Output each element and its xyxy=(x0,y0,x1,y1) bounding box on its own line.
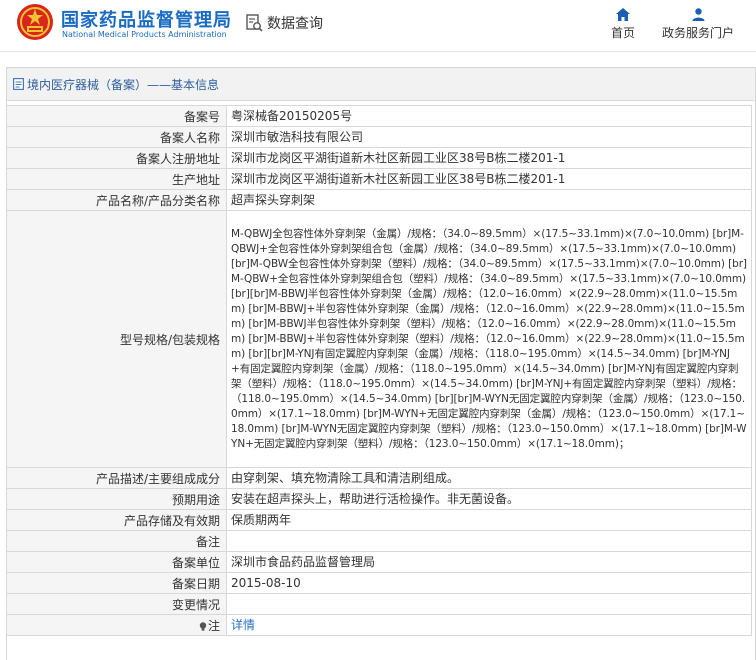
data-query-label: 数据查询 xyxy=(267,16,323,32)
header-divider xyxy=(0,51,756,52)
field-value: 安装在超声探头上，帮助进行活检操作。非无菌设备。 xyxy=(226,488,752,510)
table-row: 备案号 粤深械备20150205号 xyxy=(6,105,752,127)
field-value xyxy=(226,530,752,552)
panel-header: 境内医疗器械（备案）——基本信息 xyxy=(7,68,755,101)
table-row: 预期用途 安装在超声探头上，帮助进行活检操作。非无菌设备。 xyxy=(6,488,752,510)
table-row: 产品描述/主要组成成分 由穿刺架、填充物清除工具和清洁刷组成。 xyxy=(6,467,752,489)
search-doc-icon xyxy=(246,14,263,32)
nav-gov-label: 政务服务门户 xyxy=(661,26,734,40)
field-label: 备案人注册地址 xyxy=(6,147,227,169)
field-value: M-QBWJ全包容性体外穿刺架（金属）/规格：（34.0~89.5mm）×(17… xyxy=(226,210,752,468)
table-row: 备案人注册地址 深圳市龙岗区平湖街道新木社区新园工业区38号B栋二楼201-1 xyxy=(6,147,752,169)
field-label: 备案日期 xyxy=(6,572,227,594)
field-value: 深圳市龙岗区平湖街道新木社区新园工业区38号B栋二楼201-1 xyxy=(226,147,752,169)
field-label: 备案号 xyxy=(6,105,227,127)
field-label: 备案人名称 xyxy=(6,126,227,148)
field-label: 预期用途 xyxy=(6,488,227,510)
field-value: 深圳市龙岗区平湖街道新木社区新园工业区38号B栋二楼201-1 xyxy=(226,168,752,190)
field-label: 变更情况 xyxy=(6,593,227,615)
table-row: 备案单位 深圳市食品药品监督管理局 xyxy=(6,551,752,573)
table-row: 备案日期 2015-08-10 xyxy=(6,572,752,594)
record-table: 备案号 粤深械备20150205号 备案人名称 深圳市敏浩科技有限公司 备案人注… xyxy=(6,105,752,636)
nav-home-label: 首页 xyxy=(610,26,635,40)
field-value: 超声探头穿刺架 xyxy=(226,189,752,211)
user-icon xyxy=(692,8,704,21)
field-label: 产品描述/主要组成成分 xyxy=(6,467,227,489)
brand-subtitle: National Medical Products Administration xyxy=(62,30,227,39)
data-query-link[interactable]: 数据查询 xyxy=(246,12,323,34)
home-icon xyxy=(616,8,630,21)
field-label: 备注 xyxy=(6,530,227,552)
table-row: 备案人名称 深圳市敏浩科技有限公司 xyxy=(6,126,752,148)
national-emblem-icon xyxy=(17,4,53,40)
details-link[interactable]: 详情 xyxy=(231,618,255,632)
field-label: 备案单位 xyxy=(6,551,227,573)
field-value xyxy=(226,593,752,615)
field-value: 2015-08-10 xyxy=(226,572,752,594)
panel-title: 境内医疗器械（备案）——基本信息 xyxy=(27,77,220,92)
table-row: 备注 xyxy=(6,530,752,552)
field-value: 深圳市敏浩科技有限公司 xyxy=(226,126,752,148)
brand-title[interactable]: 国家药品监督管理局 xyxy=(61,6,232,32)
field-value: 保质期两年 xyxy=(226,509,752,531)
table-row: 注 详情 xyxy=(6,614,752,636)
lightbulb-icon xyxy=(199,621,207,631)
field-label: 型号规格/包装规格 xyxy=(6,210,227,468)
table-row: 产品名称/产品分类名称 超声探头穿刺架 xyxy=(6,189,752,211)
field-value: 深圳市食品药品监督管理局 xyxy=(226,551,752,573)
field-value: 粤深械备20150205号 xyxy=(226,105,752,127)
table-row: 型号规格/包装规格 M-QBWJ全包容性体外穿刺架（金属）/规格：（34.0~8… xyxy=(6,210,752,468)
field-label: 生产地址 xyxy=(6,168,227,190)
document-icon xyxy=(13,78,24,90)
table-row: 生产地址 深圳市龙岗区平湖街道新木社区新园工业区38号B栋二楼201-1 xyxy=(6,168,752,190)
table-row: 产品存储及有效期 保质期两年 xyxy=(6,509,752,531)
field-label: 注 xyxy=(207,618,220,633)
nav-home[interactable]: 首页 xyxy=(606,8,640,41)
note-value-cell: 详情 xyxy=(226,614,752,636)
field-label: 产品存储及有效期 xyxy=(6,509,227,531)
top-header: 国家药品监督管理局 National Medical Products Admi… xyxy=(0,0,756,52)
nav-gov-portal[interactable]: 政务服务门户 xyxy=(660,8,736,41)
field-label: 产品名称/产品分类名称 xyxy=(6,189,227,211)
table-row: 变更情况 xyxy=(6,593,752,615)
field-value: 由穿刺架、填充物清除工具和清洁刷组成。 xyxy=(226,467,752,489)
note-label-cell: 注 xyxy=(6,614,227,636)
